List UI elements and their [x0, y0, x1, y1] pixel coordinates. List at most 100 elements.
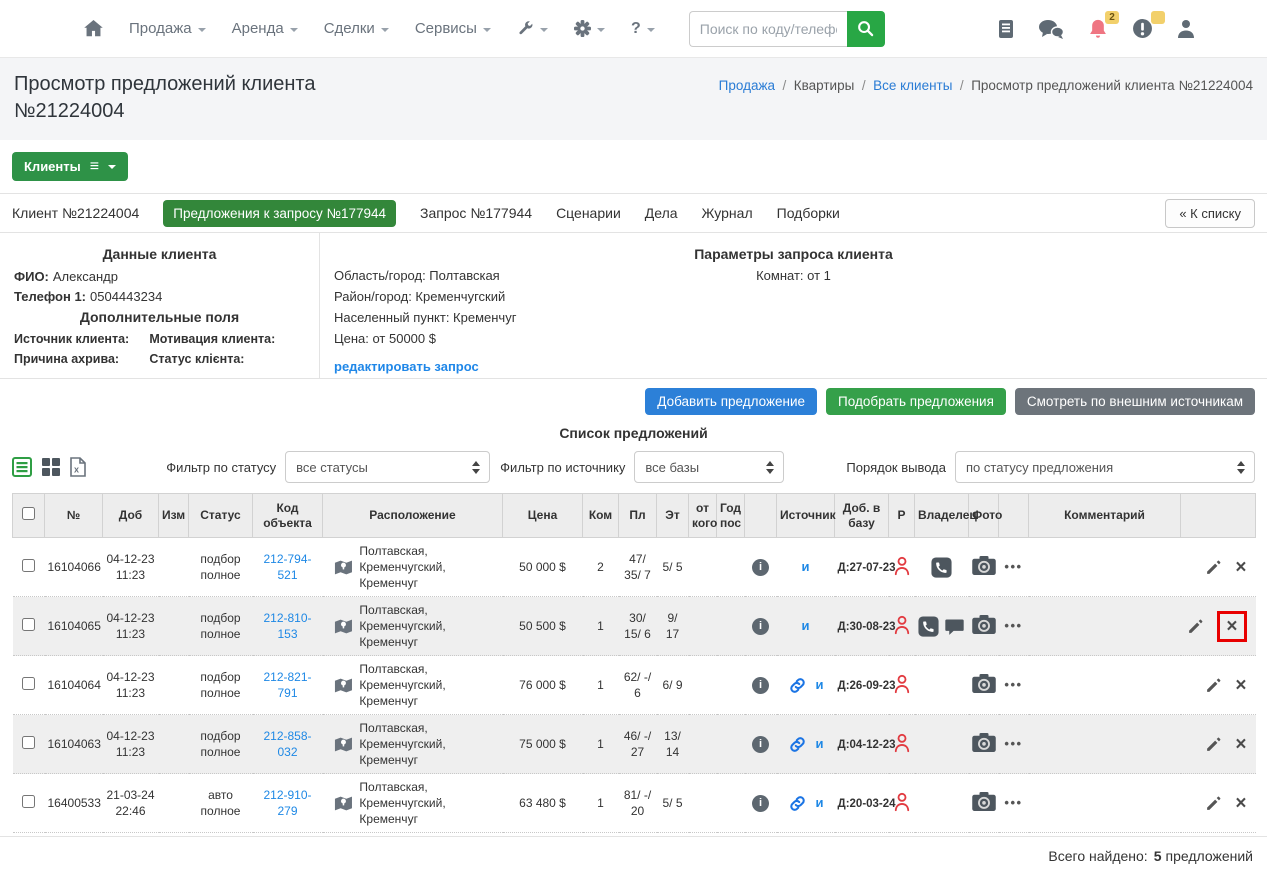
- owner-person-icon[interactable]: [892, 673, 912, 694]
- order-filter-select[interactable]: по статусу предложения: [955, 451, 1255, 483]
- offer-from-whom-cell: [689, 597, 717, 656]
- grid-view-button[interactable]: [42, 458, 60, 476]
- photo-camera-icon[interactable]: [972, 556, 996, 575]
- settings-menu[interactable]: [574, 20, 605, 37]
- object-code-link[interactable]: 212-821-791: [263, 670, 311, 700]
- edit-button[interactable]: [1187, 618, 1204, 635]
- alerts-button[interactable]: [1132, 18, 1153, 39]
- map-icon[interactable]: [334, 736, 353, 753]
- status-filter-select[interactable]: все статусы: [285, 451, 490, 483]
- map-icon[interactable]: [334, 618, 353, 635]
- info-icon[interactable]: i: [752, 559, 769, 576]
- row-checkbox[interactable]: [22, 677, 35, 690]
- object-code-link[interactable]: 212-910-279: [263, 788, 311, 818]
- map-icon[interactable]: [334, 677, 353, 694]
- info-icon[interactable]: i: [752, 677, 769, 694]
- owner-person-icon[interactable]: [892, 791, 912, 812]
- object-code-link[interactable]: 212-810-153: [263, 611, 311, 641]
- edit-button[interactable]: [1205, 677, 1222, 694]
- menu-arenda[interactable]: Аренда: [232, 20, 298, 37]
- more-options-button[interactable]: •••: [1004, 559, 1022, 574]
- info-icon[interactable]: i: [752, 618, 769, 635]
- table-view-button[interactable]: [12, 457, 32, 477]
- chevron-down-icon: [198, 28, 206, 32]
- page-header: Просмотр предложений клиента №21224004 П…: [0, 58, 1267, 140]
- tab-tasks[interactable]: Дела: [645, 205, 678, 221]
- phone-icon[interactable]: [931, 557, 952, 578]
- more-options-button[interactable]: •••: [1004, 795, 1022, 810]
- info-icon[interactable]: i: [752, 795, 769, 812]
- delete-button[interactable]: ×: [1235, 676, 1246, 695]
- edit-button[interactable]: [1205, 559, 1222, 576]
- offer-source-cell: и: [780, 559, 832, 575]
- search-button[interactable]: [847, 11, 885, 47]
- photo-camera-icon[interactable]: [972, 792, 996, 811]
- delete-button[interactable]: ×: [1235, 558, 1246, 577]
- tools-menu[interactable]: [517, 20, 548, 37]
- search-input[interactable]: [689, 11, 847, 47]
- request-params-title: Параметры запроса клиента: [334, 246, 1253, 262]
- source-filter-select[interactable]: все базы: [634, 451, 784, 483]
- external-sources-button[interactable]: Смотреть по внешним источникам: [1015, 388, 1255, 415]
- owner-person-icon[interactable]: [892, 555, 912, 576]
- row-checkbox[interactable]: [22, 795, 35, 808]
- delete-button[interactable]: ×: [1217, 611, 1246, 642]
- journal-button[interactable]: [998, 19, 1014, 39]
- breadcrumb-vse-klienty[interactable]: Все клиенты: [873, 78, 971, 93]
- source-label: и: [802, 559, 810, 575]
- edit-button[interactable]: [1205, 736, 1222, 753]
- delete-button[interactable]: ×: [1235, 735, 1246, 754]
- menu-sdelki[interactable]: Сделки: [324, 20, 389, 37]
- row-checkbox[interactable]: [22, 559, 35, 572]
- edit-request-link[interactable]: редактировать запрос: [334, 356, 479, 377]
- link-icon[interactable]: [788, 794, 807, 813]
- tab-offers[interactable]: Предложения к запросу №177944: [163, 200, 396, 227]
- offer-year-cell: [717, 656, 745, 715]
- info-icon[interactable]: i: [752, 736, 769, 753]
- more-options-button[interactable]: •••: [1004, 677, 1022, 692]
- select-all-checkbox[interactable]: [22, 507, 35, 520]
- edit-button[interactable]: [1205, 795, 1222, 812]
- link-icon[interactable]: [788, 676, 807, 695]
- menu-prodazha[interactable]: Продажа: [129, 20, 206, 37]
- map-icon[interactable]: [334, 795, 353, 812]
- offer-code-cell: 212-858-032: [253, 715, 323, 774]
- tab-podborki[interactable]: Подборки: [777, 205, 840, 221]
- export-excel-button[interactable]: x: [70, 457, 86, 477]
- row-select-cell: [13, 597, 45, 656]
- messages-button[interactable]: [1038, 19, 1064, 39]
- request-region: Область/город: Полтавская: [334, 265, 516, 286]
- tab-scenarios[interactable]: Сценарии: [556, 205, 621, 221]
- search-icon: [857, 20, 874, 37]
- more-options-button[interactable]: •••: [1004, 736, 1022, 751]
- object-code-link[interactable]: 212-858-032: [263, 729, 311, 759]
- photo-camera-icon[interactable]: [972, 615, 996, 634]
- menu-servisy[interactable]: Сервисы: [415, 20, 491, 37]
- match-offers-button[interactable]: Подобрать предложения: [826, 388, 1006, 415]
- home-button[interactable]: [84, 20, 103, 37]
- tab-journal[interactable]: Журнал: [702, 205, 753, 221]
- map-icon[interactable]: [334, 559, 353, 576]
- add-offer-button[interactable]: Добавить предложение: [645, 388, 817, 415]
- photo-camera-icon[interactable]: [972, 733, 996, 752]
- object-code-link[interactable]: 212-794-521: [263, 552, 311, 582]
- profile-button[interactable]: [1177, 19, 1195, 39]
- delete-button[interactable]: ×: [1235, 794, 1246, 813]
- owner-person-icon[interactable]: [892, 732, 912, 753]
- row-checkbox[interactable]: [22, 618, 35, 631]
- clients-menu-button[interactable]: Клиенты ≡: [12, 152, 128, 181]
- link-icon[interactable]: [788, 735, 807, 754]
- help-menu[interactable]: ?: [631, 20, 655, 38]
- tab-client[interactable]: Клиент №21224004: [12, 205, 139, 221]
- tab-request[interactable]: Запрос №177944: [420, 205, 532, 221]
- owner-person-icon[interactable]: [892, 614, 912, 635]
- notifications-button[interactable]: 2: [1088, 18, 1108, 40]
- breadcrumb-prodazha[interactable]: Продажа: [719, 78, 794, 93]
- chat-icon[interactable]: [944, 616, 965, 637]
- offer-rooms-cell: 1: [583, 774, 619, 833]
- photo-camera-icon[interactable]: [972, 674, 996, 693]
- more-options-button[interactable]: •••: [1004, 618, 1022, 633]
- row-checkbox[interactable]: [22, 736, 35, 749]
- phone-icon[interactable]: [918, 616, 939, 637]
- back-to-list-button[interactable]: « К списку: [1165, 199, 1255, 228]
